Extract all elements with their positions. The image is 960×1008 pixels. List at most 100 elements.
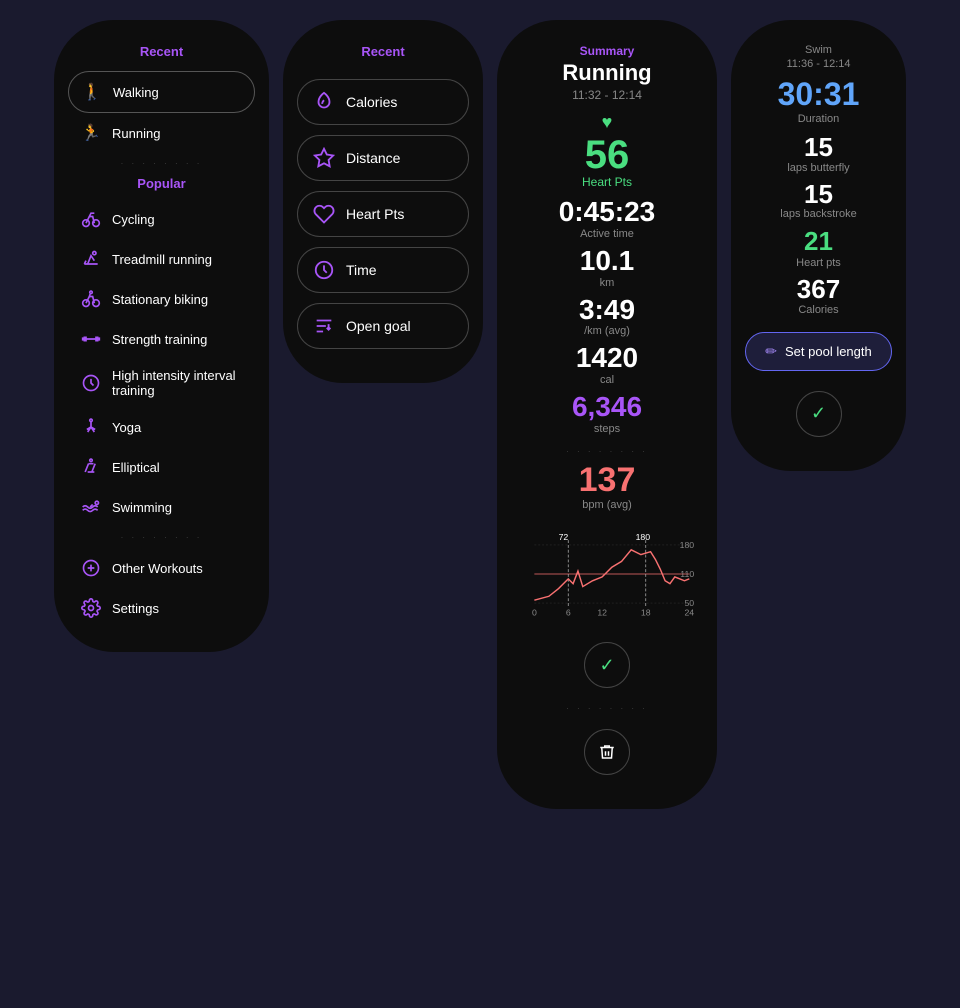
distance-value: 10.1 <box>580 246 635 277</box>
swim-summary-panel: Swim 11:36 - 12:14 30:31 Duration 15 lap… <box>731 20 906 471</box>
workout-yoga[interactable]: Yoga <box>68 407 255 447</box>
steps-label: steps <box>594 423 620 435</box>
summary-label: Summary <box>580 44 635 58</box>
heart-pts-label: Heart Pts <box>346 206 404 222</box>
yoga-label: Yoga <box>112 420 141 435</box>
other-icon <box>80 557 102 579</box>
workout-walking[interactable]: 🚶 Walking <box>68 71 255 113</box>
confirm-swim-button[interactable]: ✓ <box>796 391 842 437</box>
swim-calories-label: Calories <box>798 304 838 316</box>
svg-text:6: 6 <box>566 608 571 618</box>
strength-label: Strength training <box>112 332 207 347</box>
laps-butterfly-value: 15 <box>804 133 833 162</box>
laps-backstroke-value: 15 <box>804 180 833 209</box>
delete-run-button[interactable] <box>584 729 630 775</box>
running-summary-panel: Summary Running 11:32 - 12:14 ♥ 56 Heart… <box>497 20 717 809</box>
workout-elliptical[interactable]: Elliptical <box>68 447 255 487</box>
bpm-value: 137 <box>579 462 636 499</box>
confirm-run-button[interactable]: ✓ <box>584 642 630 688</box>
svg-text:12: 12 <box>597 608 607 618</box>
divider-2: · · · · · · · · <box>68 533 255 542</box>
goal-open[interactable]: Open goal <box>297 303 469 349</box>
swim-heart-pts: 21 <box>804 226 833 257</box>
workout-running-label: Running <box>112 126 160 141</box>
set-pool-label: Set pool length <box>785 344 872 359</box>
workout-walking-label: Walking <box>113 85 159 100</box>
svg-text:24: 24 <box>684 608 694 618</box>
hiit-label: High intensity interval training <box>112 368 243 398</box>
workout-treadmill[interactable]: Treadmill running <box>68 239 255 279</box>
distance-label: Distance <box>346 150 400 166</box>
elliptical-icon <box>80 456 102 478</box>
open-goal-icon <box>312 314 336 338</box>
heart-rate-svg: 72 180 180 110 50 0 6 12 18 24 <box>515 529 699 619</box>
laps-butterfly-label: laps butterfly <box>787 162 849 174</box>
running-time-range: 11:32 - 12:14 <box>572 88 642 102</box>
svg-text:18: 18 <box>641 608 651 618</box>
goal-time[interactable]: Time <box>297 247 469 293</box>
divider-3: · · · · · · · · <box>566 447 648 456</box>
time-label: Time <box>346 262 377 278</box>
elliptical-label: Elliptical <box>112 460 160 475</box>
swim-duration-label: Duration <box>798 113 840 125</box>
workout-list-panel: Recent 🚶 Walking 🏃 Running · · · · · · ·… <box>54 20 269 652</box>
swim-calories: 367 <box>797 275 840 304</box>
active-time-value: 0:45:23 <box>559 197 656 228</box>
divider-1: · · · · · · · · <box>68 159 255 168</box>
walking-icon: 🚶 <box>81 81 103 103</box>
popular-label: Popular <box>68 176 255 191</box>
cycling-icon <box>80 208 102 230</box>
calories-label: cal <box>600 374 614 386</box>
workout-cycling[interactable]: Cycling <box>68 199 255 239</box>
active-time-label: Active time <box>580 228 634 240</box>
swim-time-range: 11:36 - 12:14 <box>786 58 850 70</box>
steps-value: 6,346 <box>572 392 642 423</box>
goal-calories[interactable]: Calories <box>297 79 469 125</box>
distance-icon <box>312 146 336 170</box>
heart-icon-green: ♥ <box>602 112 613 133</box>
distance-unit: km <box>600 277 615 289</box>
hiit-icon <box>80 372 102 394</box>
goal-heart-pts[interactable]: Heart Pts <box>297 191 469 237</box>
set-pool-length-button[interactable]: ✏ Set pool length <box>745 332 892 371</box>
calories-value: 1420 <box>576 343 638 374</box>
bpm-label: bpm (avg) <box>582 499 632 511</box>
swim-title: Swim <box>805 44 832 56</box>
open-goal-label: Open goal <box>346 318 411 334</box>
divider-4: · · · · · · · · <box>566 704 648 713</box>
workout-hiit[interactable]: High intensity interval training <box>68 359 255 407</box>
settings-label: Settings <box>112 601 159 616</box>
cycling-label: Cycling <box>112 212 155 227</box>
other-workouts-label: Other Workouts <box>112 561 203 576</box>
svg-text:180: 180 <box>680 540 695 550</box>
workout-running[interactable]: 🏃 Running <box>68 113 255 153</box>
workout-stationary-biking[interactable]: Stationary biking <box>68 279 255 319</box>
recent-title: Recent <box>68 44 255 59</box>
stationary-biking-label: Stationary biking <box>112 292 208 307</box>
swimming-label: Swimming <box>112 500 172 515</box>
workout-settings[interactable]: Settings <box>68 588 255 628</box>
treadmill-icon <box>80 248 102 270</box>
heart-rate-chart: 72 180 180 110 50 0 6 12 18 24 <box>511 521 703 632</box>
heart-pts-icon <box>312 202 336 226</box>
stationary-biking-icon <box>80 288 102 310</box>
running-title: Running <box>562 60 651 86</box>
time-icon <box>312 258 336 282</box>
treadmill-label: Treadmill running <box>112 252 212 267</box>
pace-value: 3:49 <box>579 295 635 326</box>
heart-pts-value: 56 <box>585 135 630 175</box>
svg-text:110: 110 <box>680 569 694 579</box>
goal-selection-panel: Recent Calories Distance <box>283 20 483 383</box>
svg-text:72: 72 <box>559 532 569 542</box>
workout-other[interactable]: Other Workouts <box>68 548 255 588</box>
workout-swimming[interactable]: Swimming <box>68 487 255 527</box>
svg-text:50: 50 <box>684 598 694 608</box>
swim-duration: 30:31 <box>778 76 860 113</box>
pace-label: /km (avg) <box>584 325 630 337</box>
goal-distance[interactable]: Distance <box>297 135 469 181</box>
svg-text:180: 180 <box>636 532 651 542</box>
heart-pts-label-green: Heart Pts <box>582 175 632 189</box>
workout-strength[interactable]: Strength training <box>68 319 255 359</box>
goal-panel-title: Recent <box>297 44 469 59</box>
yoga-icon <box>80 416 102 438</box>
